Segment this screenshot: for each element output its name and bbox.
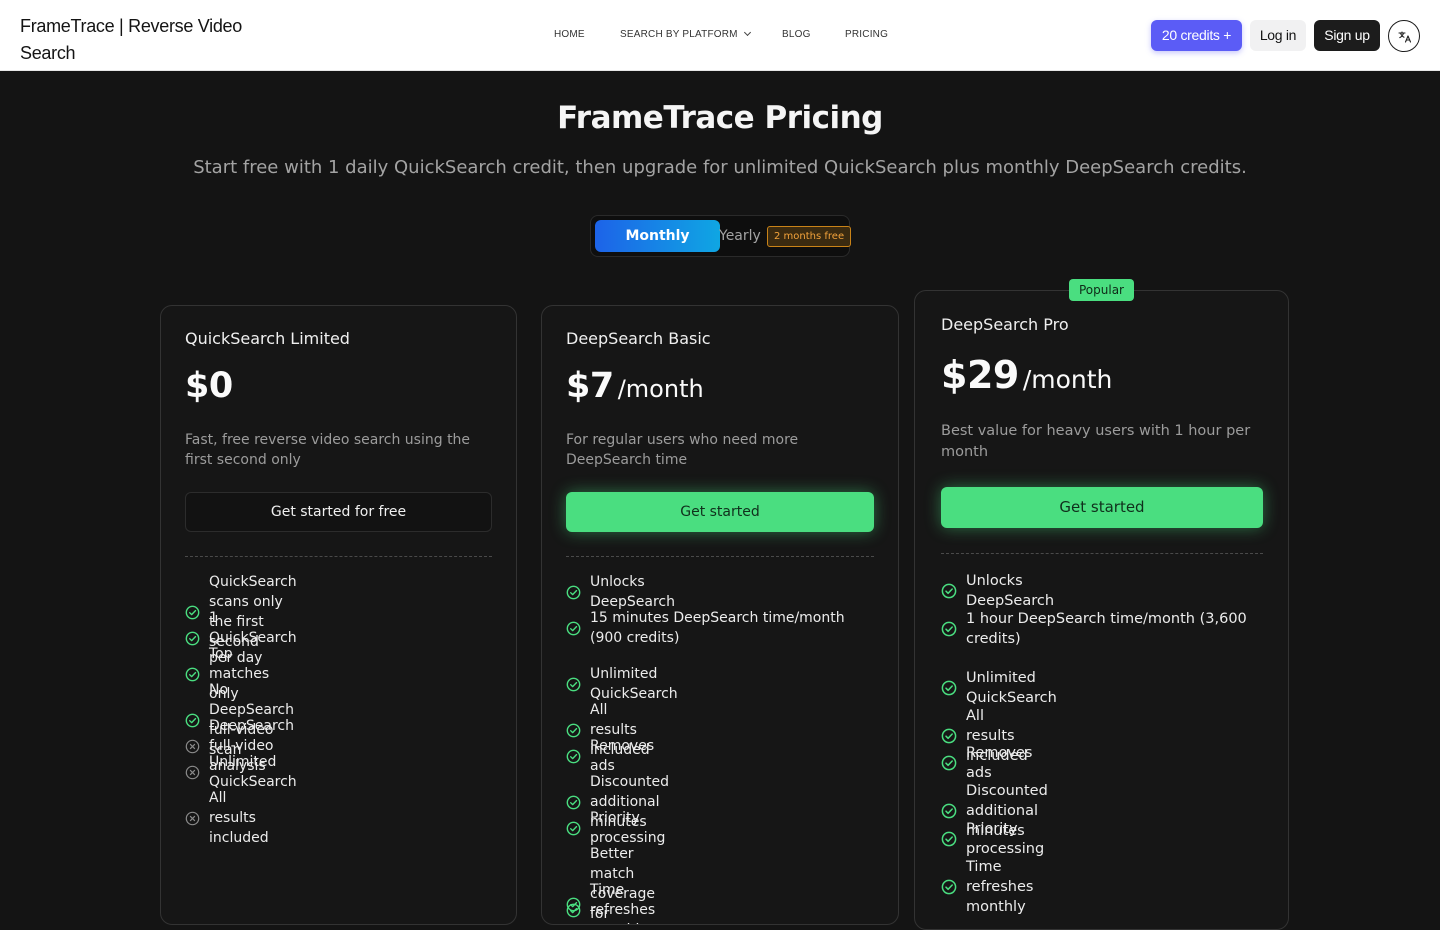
check-circle-icon (566, 821, 581, 835)
feature-text: Unlimited QuickSearch (966, 670, 1057, 706)
billing-period-toggle: Monthly Yearly 2 months free (590, 215, 852, 257)
plan-price: $29/month (941, 353, 1112, 397)
card-divider (566, 556, 874, 557)
feature-text: Priority processing (966, 821, 1045, 857)
price-amount: $0 (185, 366, 233, 406)
feature-text: All results included (209, 790, 269, 846)
plan-card-quicksearch-limited: QuickSearch Limited $0 Fast, free revers… (160, 305, 517, 925)
check-circle-icon (941, 728, 957, 744)
feature-item: Removes ads (941, 743, 1032, 783)
yearly-discount-badge: 2 months free (767, 226, 852, 247)
chevron-down-icon (743, 28, 751, 37)
feature-text: Unlocks DeepSearch (590, 574, 675, 610)
billing-yearly-option[interactable]: Yearly (719, 220, 761, 252)
feature-text: Time refreshes monthly (590, 882, 656, 924)
check-circle-icon (566, 749, 581, 763)
feature-item: 15 minutes DeepSearch time/month (900 cr… (566, 608, 866, 648)
popular-badge: Popular (1069, 279, 1134, 301)
billing-monthly-option[interactable]: Monthly (595, 220, 720, 252)
nav-search-by-platform-label: SEARCH BY PLATFORM (620, 29, 738, 40)
feature-item: Unlimited QuickSearch (941, 668, 1057, 708)
page-subtitle: Start free with 1 daily QuickSearch cred… (193, 157, 1247, 178)
feature-item: Time refreshes monthly (941, 857, 1033, 917)
feature-item: Unlocks DeepSearch (941, 571, 1054, 611)
card-divider (941, 553, 1263, 554)
plan-name: DeepSearch Pro (941, 315, 1069, 334)
check-circle-icon (566, 677, 581, 691)
check-circle-icon (566, 903, 581, 917)
get-started-free-button[interactable]: Get started for free (185, 492, 492, 532)
feature-item: Unlimited QuickSearch (566, 664, 678, 704)
feature-text: Removes ads (590, 738, 655, 774)
check-circle-icon (941, 583, 957, 599)
plan-card-deepsearch-pro: DeepSearch Pro $29/month Best value for … (914, 290, 1289, 930)
check-circle-icon (941, 621, 957, 637)
get-started-pro-button[interactable]: Get started (941, 487, 1263, 528)
nav-blog-link[interactable]: BLOG (782, 29, 811, 40)
top-navigation-bar: FrameTrace | Reverse Video Search HOME S… (0, 0, 1440, 71)
price-period: /month (1022, 365, 1113, 394)
feature-item: Time refreshes monthly (566, 880, 656, 924)
plan-name: QuickSearch Limited (185, 329, 350, 348)
plan-price: $0 (185, 366, 233, 406)
language-button[interactable] (1388, 20, 1420, 52)
credits-button[interactable]: 20 credits + (1151, 20, 1242, 51)
check-circle-icon (941, 755, 957, 771)
feature-text: Removes ads (966, 745, 1033, 781)
check-circle-icon (941, 680, 957, 696)
brand-logo-text[interactable]: FrameTrace | Reverse Video Search (20, 13, 260, 67)
nav-home-link[interactable]: HOME (554, 29, 585, 40)
feature-item: Removes ads (566, 736, 654, 776)
feature-text: Unlocks DeepSearch (966, 573, 1055, 609)
feature-text: Unlimited QuickSearch (209, 754, 297, 790)
feature-text: Priority processing (590, 810, 666, 846)
plan-description: For regular users who need more DeepSear… (566, 432, 799, 468)
x-circle-icon (185, 811, 200, 825)
feature-item: Unlimited QuickSearch (185, 752, 297, 792)
translate-icon (1398, 31, 1412, 43)
check-circle-icon (566, 621, 581, 635)
nav-pricing-link[interactable]: PRICING (845, 29, 888, 40)
check-circle-icon (566, 585, 581, 599)
price-amount: $7 (566, 366, 614, 406)
signup-button[interactable]: Sign up (1314, 20, 1380, 51)
feature-item: Priority processing (941, 819, 1044, 859)
plan-card-deepsearch-basic: DeepSearch Basic $7/month For regular us… (541, 305, 899, 925)
feature-item: All results included (185, 788, 269, 848)
feature-item: Unlocks DeepSearch (566, 572, 675, 612)
x-circle-icon (185, 765, 200, 779)
get-started-basic-button[interactable]: Get started (566, 492, 874, 532)
feature-text: Time refreshes monthly (966, 859, 1034, 915)
nav-search-by-platform-dropdown[interactable]: SEARCH BY PLATFORM (620, 28, 751, 40)
feature-text: 15 minutes DeepSearch time/month (900 cr… (590, 610, 845, 646)
feature-text: Unlimited QuickSearch (590, 666, 678, 702)
check-circle-icon (941, 879, 957, 895)
plan-description: Fast, free reverse video search using th… (185, 432, 471, 468)
login-button[interactable]: Log in (1250, 20, 1306, 51)
price-amount: $29 (941, 353, 1019, 397)
check-circle-icon (941, 803, 957, 819)
feature-item: 1 hour DeepSearch time/month (3,600 cred… (941, 609, 1251, 649)
feature-text: 1 hour DeepSearch time/month (3,600 cred… (966, 611, 1247, 647)
check-circle-icon (941, 831, 957, 847)
feature-item: Priority processing (566, 808, 665, 848)
plan-description: Best value for heavy users with 1 hour p… (941, 423, 1251, 460)
card-divider (185, 556, 492, 557)
plan-price: $7/month (566, 366, 704, 406)
plan-name: DeepSearch Basic (566, 329, 711, 348)
price-period: /month (617, 375, 704, 403)
page-title: FrameTrace Pricing (557, 100, 883, 136)
